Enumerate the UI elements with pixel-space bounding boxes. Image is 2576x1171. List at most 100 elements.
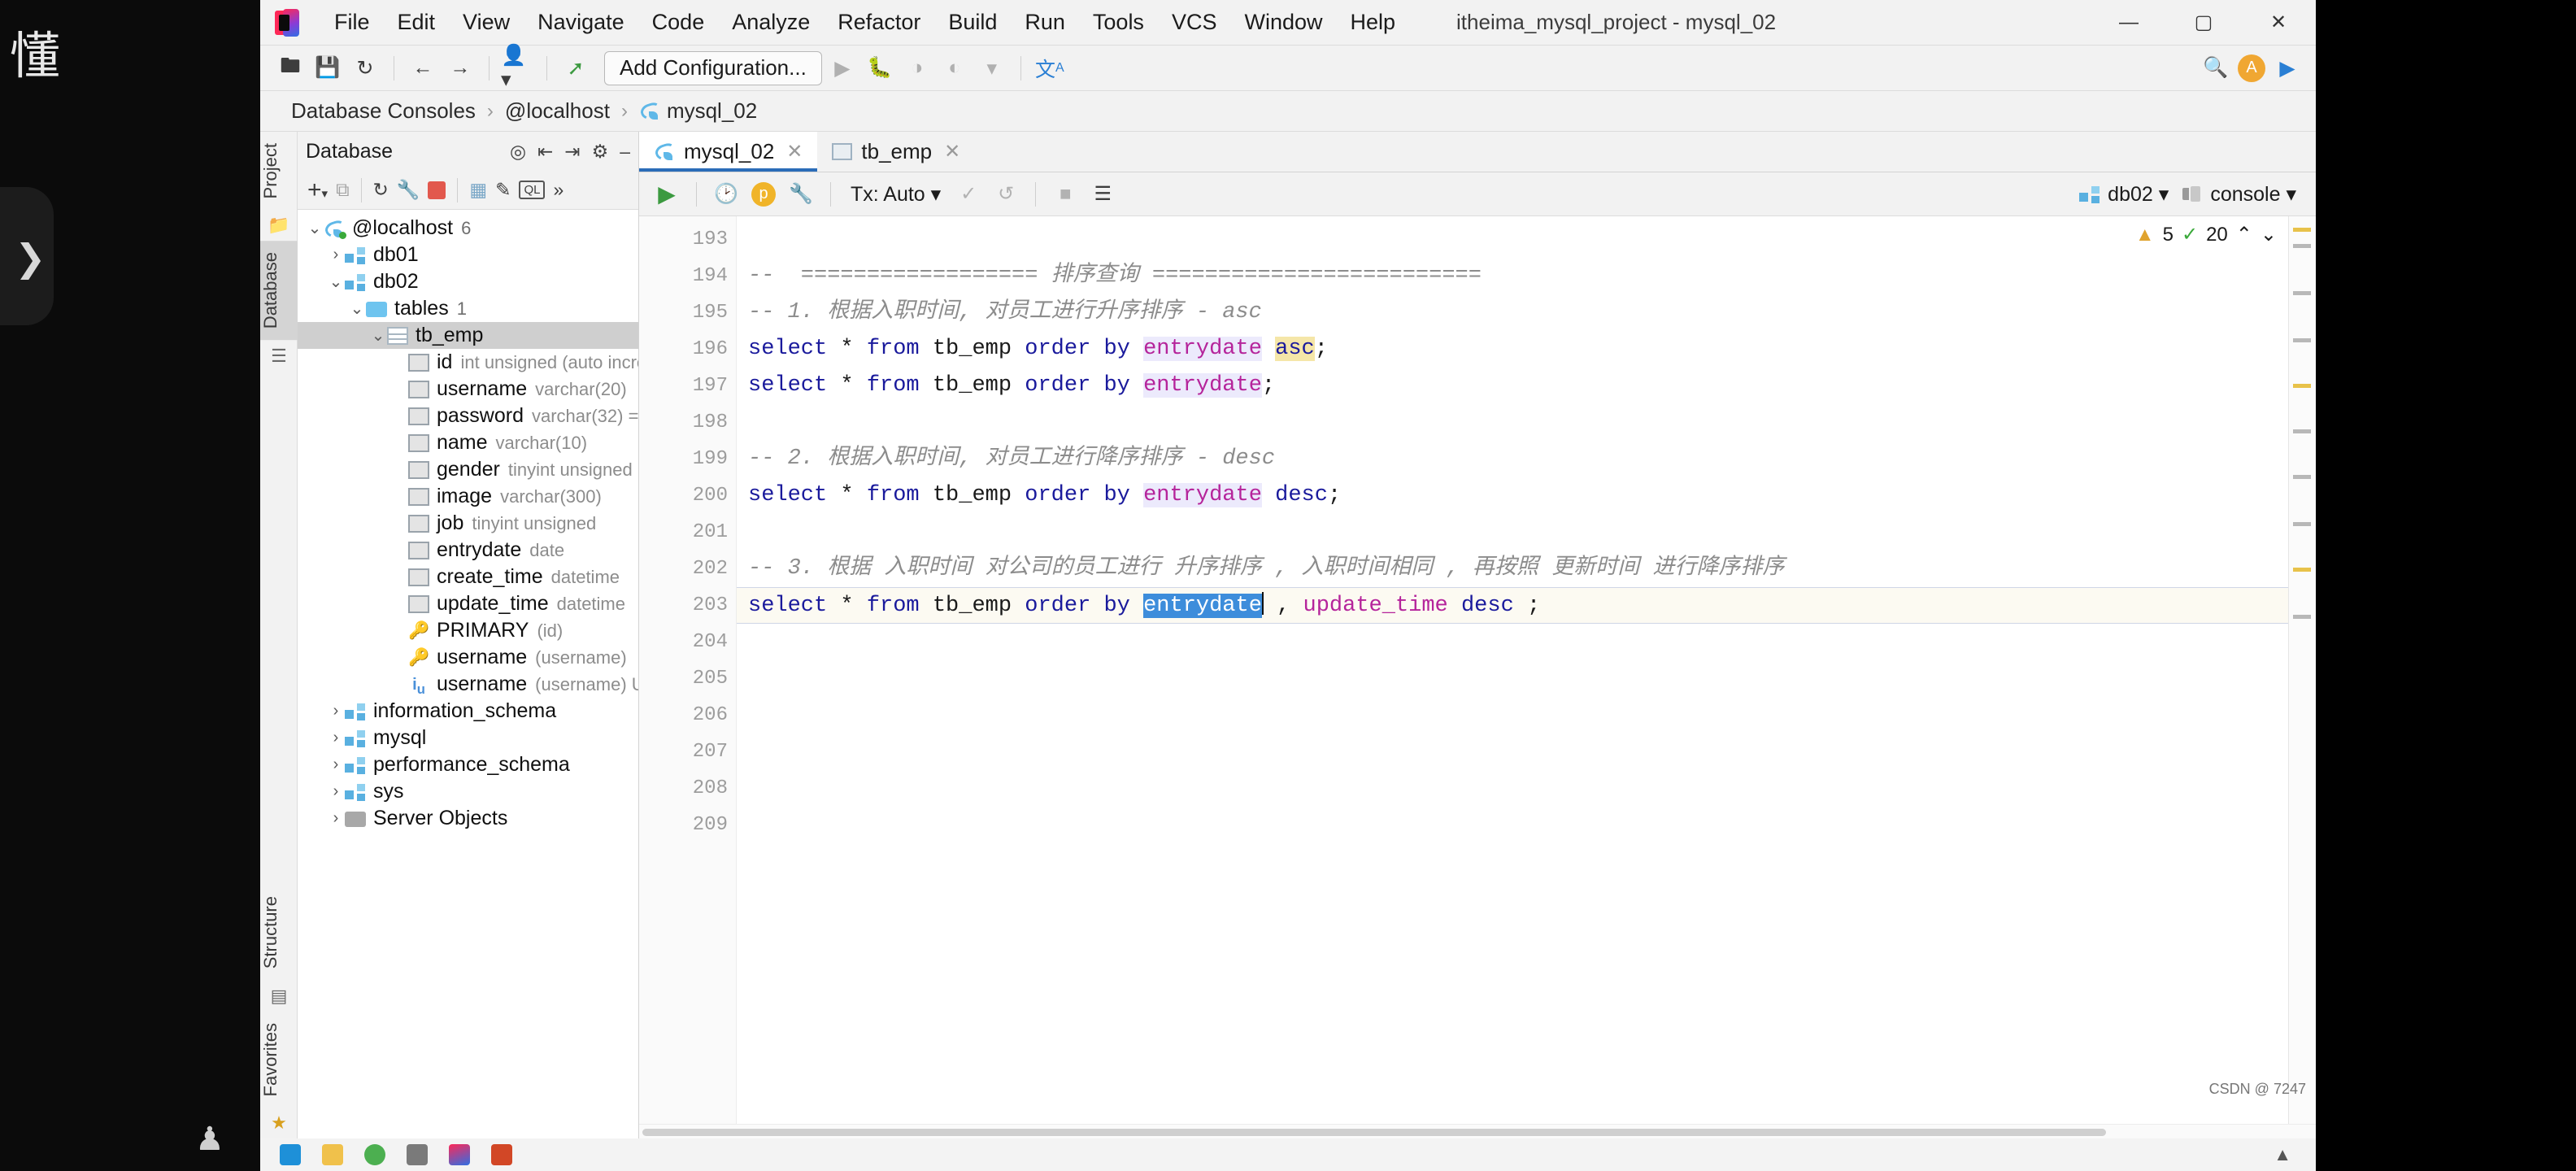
favorites-star-icon[interactable]: ★ [260, 1108, 298, 1138]
database-panel-header-actions[interactable]: ◎ ⇤ ⇥ ⚙ – [510, 141, 630, 163]
menu-view[interactable]: View [449, 5, 524, 40]
intellij-taskbar-icon[interactable] [449, 1144, 470, 1165]
save-icon[interactable]: 💾 [311, 51, 345, 85]
db-tree-node[interactable]: password varchar(32) = [298, 403, 638, 429]
line-number[interactable]: 204 [639, 624, 736, 660]
layout-icon[interactable]: ☰ [1086, 178, 1119, 211]
database-icon[interactable]: ☰ [260, 341, 298, 372]
menu-vcs[interactable]: VCS [1158, 5, 1231, 40]
code-line[interactable]: select * from tb_emp order by entrydate … [737, 587, 2288, 624]
code-line[interactable]: -- 1. 根据入职时间, 对员工进行升序排序 - asc [737, 294, 2288, 331]
warning-marker[interactable] [2293, 384, 2311, 388]
code-line[interactable] [737, 624, 2288, 660]
menu-run[interactable]: Run [1011, 5, 1079, 40]
breadcrumb-item-0[interactable]: Database Consoles [291, 98, 476, 124]
line-number[interactable]: 195 [639, 294, 736, 331]
db-tree-node[interactable]: ⌄ @localhost 6 [298, 215, 638, 242]
code-text-area[interactable]: -- ================== 排序查询 =============… [737, 216, 2288, 1124]
stop-icon[interactable] [428, 181, 446, 199]
line-number[interactable]: 202 [639, 551, 736, 587]
query-console-icon[interactable]: QL [519, 181, 546, 199]
breadcrumb-item-2[interactable]: mysql_02 [667, 98, 757, 124]
main-toolbar[interactable]: 🖿 💾 ↻ ← → 👤▾ ➚ Add Configuration... ▶ 🐛 … [260, 44, 2316, 91]
expand-arrow-icon[interactable]: ⌄ [348, 298, 366, 319]
code-line[interactable]: select * from tb_emp order by entrydate; [737, 368, 2288, 404]
code-editor[interactable]: 193194195196197198199200201202203✓204205… [639, 216, 2316, 1124]
code-line[interactable]: select * from tb_emp order by entrydate … [737, 477, 2288, 514]
session-selector[interactable]: console ▾ [2182, 182, 2296, 207]
db-tree-node[interactable]: › performance_schema [298, 751, 638, 778]
line-number[interactable]: 197 [639, 368, 736, 404]
add-icon[interactable]: +▾ [307, 176, 328, 204]
inspection-summary[interactable]: ▲ 5 ✓ 20 ⌃ ⌄ [2135, 223, 2277, 246]
toolbar-right[interactable]: 🔍 A ▶ [2199, 51, 2316, 85]
edit-icon[interactable]: ✎ [495, 179, 511, 201]
line-number[interactable]: 205 [639, 660, 736, 697]
code-line[interactable] [737, 807, 2288, 843]
warning-marker[interactable] [2293, 228, 2311, 232]
breadcrumb-item-1[interactable]: @localhost [505, 98, 610, 124]
left-tool-rail[interactable]: Project 📁 Database ☰ Structure ▤ Favorit… [260, 132, 298, 1138]
expand-arrow-icon[interactable]: › [327, 755, 345, 774]
line-number[interactable]: 208 [639, 770, 736, 807]
wrench-icon[interactable]: 🔧 [785, 178, 817, 211]
user-dropdown-icon[interactable]: 👤▾ [501, 44, 535, 91]
db-tree-node[interactable]: › information_schema [298, 698, 638, 725]
expand-arrow-icon[interactable]: › [327, 782, 345, 801]
table-icon[interactable]: ▦ [469, 179, 487, 201]
powerpoint-icon[interactable] [491, 1144, 512, 1165]
menu-bar[interactable]: File Edit View Navigate Code Analyze Ref… [320, 5, 1409, 40]
code-line[interactable]: -- ================== 排序查询 =============… [737, 258, 2288, 294]
transaction-mode-selector[interactable]: Tx: Auto ▾ [851, 182, 941, 207]
rail-bottom-group[interactable]: Structure ▤ Favorites ★ [260, 885, 298, 1138]
expand-arrow-icon[interactable]: › [327, 809, 345, 828]
menu-refactor[interactable]: Refactor [824, 5, 934, 40]
db-tree-node[interactable]: 🔑 username (username) [298, 644, 638, 671]
line-number[interactable]: 198 [639, 404, 736, 441]
line-number[interactable]: 194 [639, 258, 736, 294]
maximize-button[interactable]: ▢ [2166, 0, 2241, 46]
collapse-all-icon[interactable]: ⇥ [564, 141, 580, 163]
db-tree-node[interactable]: image varchar(300) [298, 483, 638, 510]
warning-marker[interactable] [2293, 568, 2311, 572]
close-icon[interactable]: ✕ [944, 140, 960, 163]
menu-edit[interactable]: Edit [384, 5, 450, 40]
params-icon[interactable]: p [747, 178, 780, 211]
execute-icon[interactable]: ▶ [651, 178, 683, 211]
marker[interactable] [2293, 522, 2311, 526]
console-toolbar-right[interactable]: db02 ▾ console ▾ [2079, 182, 2304, 207]
marker[interactable] [2293, 475, 2311, 479]
db-tree-node[interactable]: 🔑 PRIMARY (id) [298, 617, 638, 644]
run-configuration-selector[interactable]: Add Configuration... [604, 50, 822, 85]
line-number[interactable]: 209 [639, 807, 736, 843]
menu-help[interactable]: Help [1337, 5, 1410, 40]
hide-icon[interactable]: – [620, 141, 630, 163]
code-line[interactable]: -- 2. 根据入职时间, 对员工进行降序排序 - desc [737, 441, 2288, 477]
menu-code[interactable]: Code [638, 5, 719, 40]
run-icon[interactable]: ▶ [825, 51, 859, 85]
line-number[interactable]: 207 [639, 734, 736, 770]
menu-build[interactable]: Build [934, 5, 1011, 40]
database-tree[interactable]: ⌄ @localhost 6 › db01 ⌄ db02 ⌄ tables 1 ⌄ tb_emp id i… [298, 210, 638, 1138]
next-problem-icon[interactable]: ⌄ [2261, 223, 2277, 246]
db-tree-node[interactable]: create_time datetime [298, 564, 638, 590]
rollback-icon[interactable]: ↺ [990, 178, 1022, 211]
more-icon[interactable]: » [553, 179, 564, 201]
db-tree-node[interactable]: entrydate date [298, 537, 638, 564]
window-controls[interactable]: — ▢ ✕ [2091, 0, 2316, 46]
rail-tab-structure[interactable]: Structure [260, 885, 298, 980]
editor-tab-tb_emp[interactable]: tb_emp ✕ [817, 132, 975, 172]
menu-analyze[interactable]: Analyze [718, 5, 824, 40]
code-line[interactable] [737, 734, 2288, 770]
expand-arrow-icon[interactable]: › [327, 246, 345, 264]
minimize-button[interactable]: — [2091, 0, 2166, 46]
marker[interactable] [2293, 244, 2311, 248]
db-tree-node[interactable]: username varchar(20) [298, 376, 638, 403]
rail-tab-favorites[interactable]: Favorites [260, 1012, 298, 1108]
prev-problem-icon[interactable]: ⌃ [2236, 223, 2252, 246]
open-folder-icon[interactable]: 🖿 [273, 51, 307, 85]
db-tree-node[interactable]: id int unsigned (auto incre [298, 349, 638, 376]
project-folder-icon[interactable]: 📁 [260, 210, 298, 241]
profile-icon[interactable]: ◐ [938, 51, 972, 85]
windows-start-icon[interactable] [280, 1144, 301, 1165]
